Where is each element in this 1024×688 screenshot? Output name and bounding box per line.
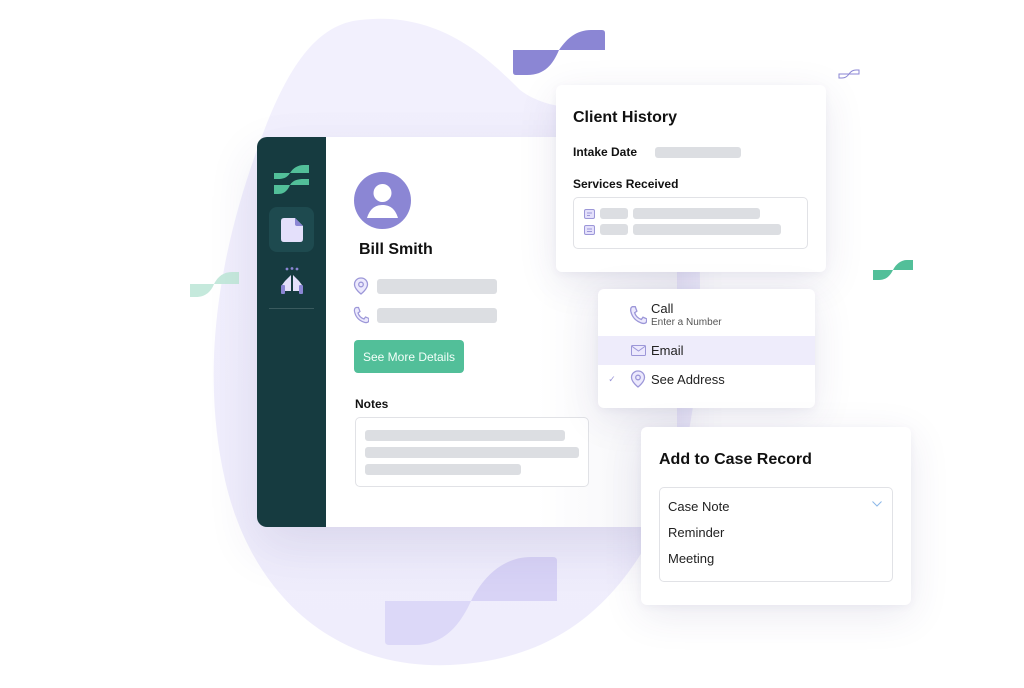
option-reminder[interactable]: Reminder [668,525,724,540]
brand-logo-icon [274,165,309,194]
document-icon [280,217,303,242]
menu-item-label: Call [651,301,674,316]
phone-icon [353,306,369,324]
sidebar [257,137,326,527]
notes-field[interactable] [355,417,589,487]
notes-placeholder-line [365,430,565,441]
envelope-icon [630,345,646,356]
service-item [584,208,797,219]
services-list [573,197,808,249]
location-pin-icon [353,277,369,295]
menu-item-sublabel: Enter a Number [651,317,722,328]
wave-decoration-green-right [873,260,913,280]
chevron-down-icon[interactable] [872,501,882,507]
client-name: Bill Smith [359,241,433,258]
sidebar-divider [269,308,314,309]
service-item [584,224,797,235]
wave-decoration-purple-bottom [385,557,557,645]
menu-item-email[interactable]: Email [598,336,815,365]
praying-hands-icon[interactable] [279,267,305,295]
address-placeholder [377,278,497,294]
client-history-card: Client History Intake Date Services Rece… [556,85,826,272]
wave-decoration-green-left [190,272,239,297]
notes-placeholder-line [365,464,521,475]
see-more-details-button[interactable]: See More Details [354,340,464,373]
service-date-placeholder [600,208,628,219]
user-avatar-icon [354,172,411,229]
service-name-placeholder [633,208,760,219]
service-date-placeholder [600,224,628,235]
wave-decoration-purple-top [513,30,605,75]
client-history-title: Client History [573,109,678,126]
menu-item-call[interactable]: Call Enter a Number [598,301,815,337]
menu-item-label: Email [651,343,684,358]
service-name-placeholder [633,224,781,235]
location-pin-icon [630,370,646,388]
menu-item-label: See Address [651,371,725,387]
menu-item-see-address[interactable]: ✓ See Address [598,367,815,391]
calendar-icon [584,225,595,235]
intake-date-placeholder [655,147,741,158]
option-case-note[interactable]: Case Note [668,499,729,514]
phone-row [353,306,497,324]
intake-date-label: Intake Date [573,145,638,159]
case-record-type-select[interactable]: Case Note Reminder Meeting [659,487,893,582]
notes-label: Notes [355,397,389,411]
notes-placeholder-line [365,447,579,458]
wave-decoration-small-outline [838,69,860,79]
calendar-icon [584,209,595,219]
contact-menu: Call Enter a Number Email ✓ See Address [598,289,815,408]
add-to-case-record-card: Add to Case Record Case Note Reminder Me… [641,427,911,605]
address-row [353,277,497,295]
phone-icon [630,306,647,325]
check-icon: ✓ [608,373,616,384]
sidebar-item-documents[interactable] [269,207,314,252]
phone-placeholder [377,307,497,323]
services-received-label: Services Received [573,177,679,191]
case-record-title: Add to Case Record [659,451,812,468]
option-meeting[interactable]: Meeting [668,551,714,566]
